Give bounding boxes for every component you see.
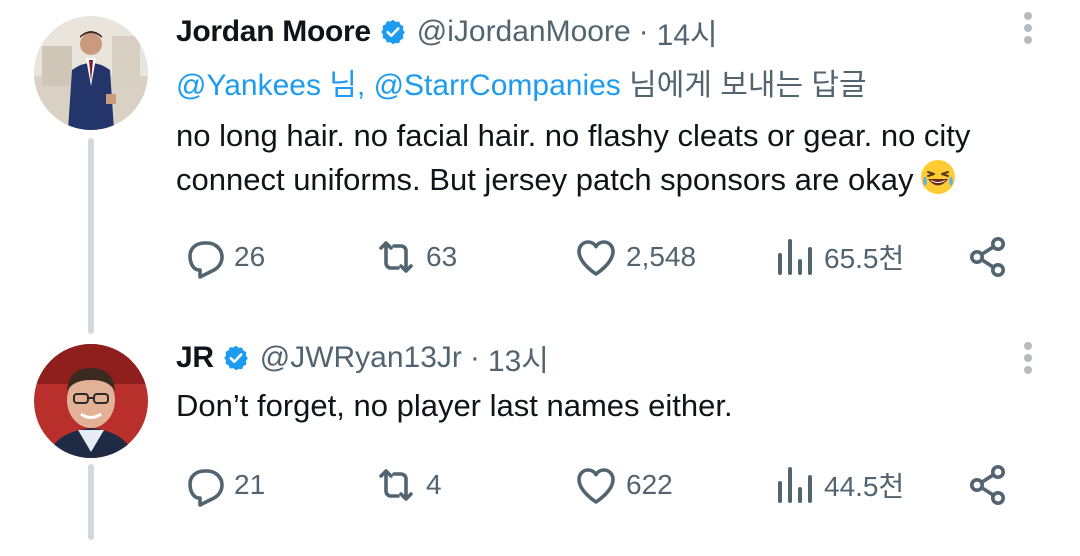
retweet-button[interactable]: 63 [372, 232, 457, 282]
verified-icon [379, 18, 407, 46]
like-icon [577, 468, 615, 504]
action-bar: 21 4 622 44.5천 [176, 460, 1020, 510]
tweet-text-line: no long hair. no facial hair. no flashy … [176, 118, 971, 153]
verified-icon [222, 344, 250, 372]
share-button[interactable] [964, 460, 1012, 510]
tweet[interactable]: Jordan Moore @iJordanMoore · 14시 @Yankee… [0, 0, 1080, 334]
retweet-icon [379, 469, 413, 501]
thread-line [88, 138, 94, 334]
views-button[interactable]: 44.5천 [770, 460, 904, 510]
reply-button[interactable]: 21 [180, 460, 265, 510]
mention-link[interactable]: @StarrCompanies [374, 69, 621, 102]
retweet-count: 4 [426, 469, 442, 500]
retweet-button[interactable]: 4 [372, 460, 442, 510]
timestamp[interactable]: 13시 [488, 336, 549, 380]
like-button[interactable]: 622 [572, 460, 673, 510]
author-name[interactable]: JR [176, 341, 214, 375]
tweet-text: Don’t forget, no player last names eithe… [176, 384, 733, 428]
tweet-text-line: connect uniforms. But jersey patch spons… [176, 158, 970, 202]
views-button[interactable]: 65.5천 [770, 232, 904, 282]
share-icon [970, 465, 1005, 505]
more-options-icon[interactable] [1022, 12, 1034, 48]
view-count: 65.5천 [824, 243, 905, 274]
thread-line [88, 464, 94, 540]
action-bar: 26 63 2,548 65.5천 [176, 232, 1020, 282]
replying-to: @Yankees 님, @StarrCompanies 님에게 보내는 답글 [176, 60, 867, 104]
avatar[interactable] [34, 16, 148, 130]
like-icon [577, 240, 615, 276]
reply-icon [188, 241, 224, 279]
reply-button[interactable]: 26 [180, 232, 265, 282]
reply-count: 26 [234, 241, 266, 272]
like-count: 622 [626, 469, 673, 500]
laughing-face-emoji-icon [919, 158, 957, 196]
tweet-text: no long hair. no facial hair. no flashy … [176, 114, 970, 202]
more-options-icon[interactable] [1022, 342, 1034, 378]
reply-count: 21 [234, 469, 266, 500]
like-count: 2,548 [626, 241, 697, 272]
author-name[interactable]: Jordan Moore [176, 15, 371, 49]
author-handle[interactable]: @iJordanMoore [417, 15, 631, 49]
reply-icon [188, 469, 224, 507]
like-button[interactable]: 2,548 [572, 232, 696, 282]
share-button[interactable] [964, 232, 1012, 282]
replying-suffix: 님에게 보내는 답글 [620, 69, 867, 102]
tweet-header: Jordan Moore @iJordanMoore · 14시 [176, 12, 718, 52]
tweet-header: JR @JWRyan13Jr · 13시 [176, 338, 549, 378]
avatar[interactable] [34, 344, 148, 458]
views-icon [778, 467, 812, 503]
tweet-text-line: Don’t forget, no player last names eithe… [176, 388, 733, 423]
separator-dot: · [638, 15, 649, 48]
retweet-count: 63 [426, 241, 458, 272]
mention-link[interactable]: @Yankees 님, [176, 69, 365, 102]
retweet-icon [379, 241, 413, 273]
separator-dot: · [469, 341, 480, 374]
tweet[interactable]: JR @JWRyan13Jr · 13시 Don’t forget, no pl… [0, 330, 1080, 556]
timestamp[interactable]: 14시 [657, 10, 718, 54]
views-icon [778, 239, 812, 275]
share-icon [970, 237, 1005, 277]
view-count: 44.5천 [824, 471, 905, 502]
tweet-text-line-content: connect uniforms. But jersey patch spons… [176, 162, 914, 197]
author-handle[interactable]: @JWRyan13Jr [260, 341, 462, 375]
